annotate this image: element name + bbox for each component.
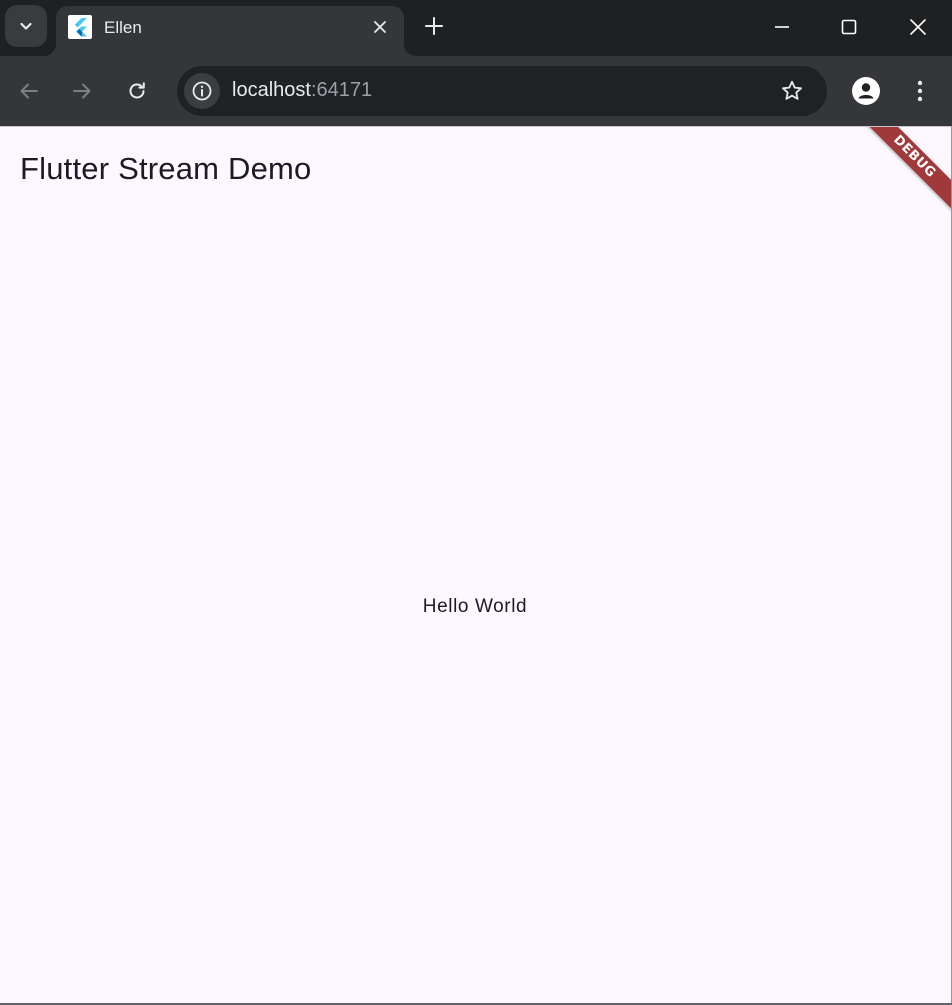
- browser-menu-button[interactable]: [904, 74, 936, 108]
- debug-banner: DEBUG: [853, 127, 951, 218]
- reload-button[interactable]: [119, 73, 155, 109]
- maximize-icon: [841, 19, 857, 35]
- more-vert-icon: [917, 80, 923, 102]
- page-viewport: Flutter Stream Demo Hello World DEBUG: [0, 126, 952, 1003]
- app-bar-title: Flutter Stream Demo: [20, 151, 312, 186]
- reload-icon: [129, 82, 145, 99]
- new-tab-button[interactable]: [420, 12, 448, 40]
- profile-button[interactable]: [849, 74, 883, 108]
- star-icon: [782, 80, 802, 100]
- hello-text: Hello World: [422, 596, 528, 617]
- tab-title: Ellen: [104, 18, 142, 37]
- maximize-window-button[interactable]: [832, 10, 866, 44]
- arrow-left-icon: [20, 83, 38, 99]
- close-icon: [910, 19, 926, 35]
- tab-strip: Ellen: [0, 0, 952, 56]
- bookmark-button[interactable]: [779, 78, 805, 104]
- back-button[interactable]: [11, 73, 47, 109]
- site-info-button[interactable]: [184, 73, 220, 109]
- minimize-icon: [775, 26, 789, 28]
- tab-search-button[interactable]: [5, 5, 47, 47]
- close-icon: [374, 21, 386, 33]
- flutter-logo-icon: [68, 15, 92, 39]
- chevron-down-icon: [20, 22, 32, 30]
- address-bar[interactable]: localhost:64171: [177, 66, 827, 116]
- plus-icon: [425, 17, 443, 35]
- avatar-icon: [852, 77, 880, 105]
- forward-button[interactable]: [64, 73, 100, 109]
- minimize-window-button[interactable]: [765, 10, 799, 44]
- browser-toolbar: localhost:64171: [0, 56, 952, 126]
- browser-tab-active[interactable]: Ellen: [56, 6, 404, 56]
- info-icon: [192, 81, 212, 101]
- arrow-right-icon: [73, 83, 91, 99]
- url-port: :64171: [310, 79, 373, 101]
- close-window-button[interactable]: [901, 10, 935, 44]
- url-host: localhost: [232, 79, 311, 101]
- url-text: localhost:64171: [232, 79, 372, 102]
- tab-close-button[interactable]: [370, 17, 390, 37]
